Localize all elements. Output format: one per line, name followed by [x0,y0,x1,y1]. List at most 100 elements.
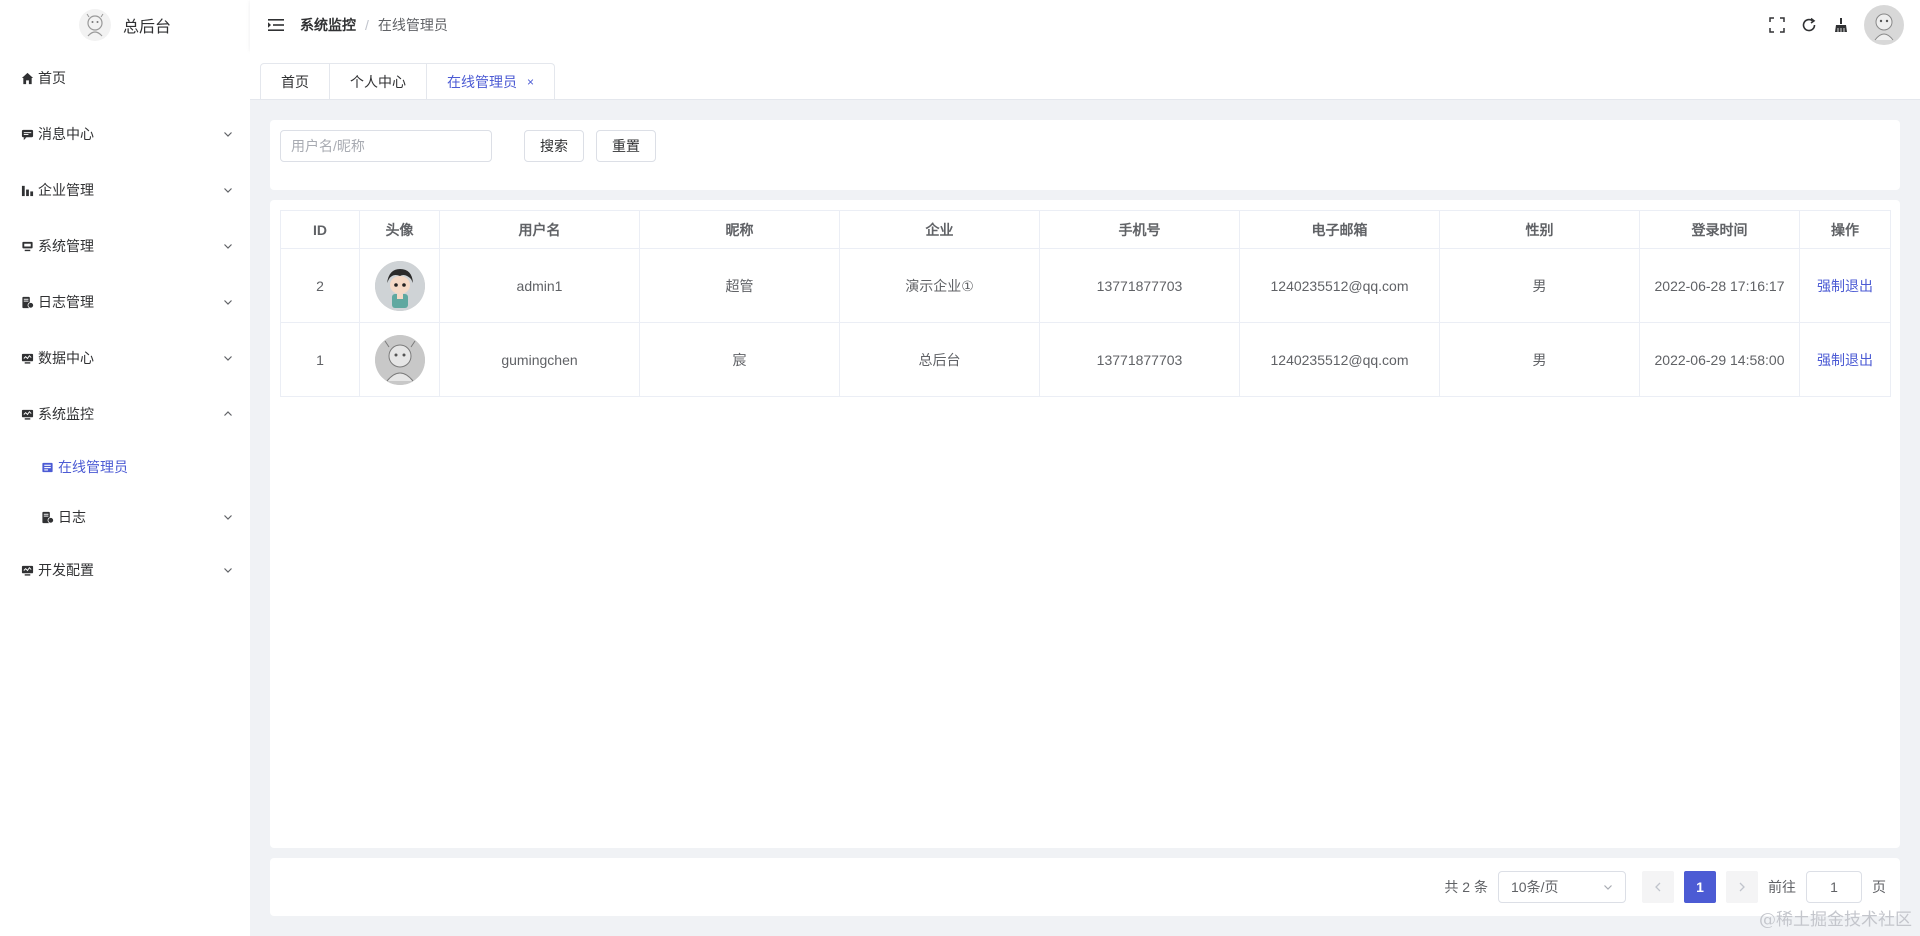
column-header-phone: 手机号 [1039,210,1240,249]
sidebar-item-system-monitor[interactable]: 系统监控 [0,386,250,442]
cell-username: admin1 [439,248,640,323]
message-icon [20,127,34,141]
sidebar-item-online-admins[interactable]: 在线管理员 [0,442,250,492]
breadcrumb-parent[interactable]: 系统监控 [300,15,356,35]
goto-label: 前往 [1768,879,1796,895]
sidebar-item-label: 数据中心 [38,350,94,366]
column-header-gender: 性别 [1439,210,1640,249]
sidebar-item-system[interactable]: 系统管理 [0,218,250,274]
column-header-company: 企业 [839,210,1040,249]
cell-nickname: 超管 [639,248,840,323]
tag-online-admins[interactable]: 在线管理员 × [427,64,554,100]
sidebar-item-label: 系统管理 [38,238,94,254]
cell-login-time: 2022-06-29 14:58:00 [1639,322,1800,397]
log-icon [20,295,34,309]
sidebar-item-label: 首页 [38,70,66,86]
search-input[interactable] [280,130,492,162]
chevron-down-icon [222,296,234,308]
row-avatar [374,334,425,385]
sidebar-item-dev-config[interactable]: 开发配置 [0,542,250,598]
sidebar-item-log-management[interactable]: 日志管理 [0,274,250,330]
sidebar-item-label: 系统监控 [38,406,94,422]
cell-username: gumingchen [439,322,640,397]
tag-home[interactable]: 首页 [261,64,330,100]
logo[interactable]: 总后台 [0,0,250,50]
sidebar-item-data-center[interactable]: 数据中心 [0,330,250,386]
sidebar: 总后台 首页 消息中心 企业管理 系统管理 日志管理 数据中心 系统监控 在线管… [0,0,250,936]
chevron-up-icon [222,408,234,420]
sidebar-item-enterprise[interactable]: 企业管理 [0,162,250,218]
sidebar-item-message-center[interactable]: 消息中心 [0,106,250,162]
cell-avatar [359,322,440,397]
home-icon [20,71,34,85]
logo-icon [78,9,111,41]
sidebar-item-label: 企业管理 [38,182,94,198]
cell-nickname: 宸 [639,322,840,397]
pagination-panel: 共 2 条 10条/页 1 前往 页 [270,858,1900,916]
fullscreen-icon[interactable] [1768,16,1786,34]
force-logout-link[interactable]: 强制退出 [1817,278,1873,294]
search-button[interactable]: 搜索 [524,130,584,162]
table-header-row: ID 头像 用户名 昵称 企业 手机号 电子邮箱 性别 登录时间 操作 [280,210,1891,249]
chevron-down-icon [222,240,234,252]
tag-profile[interactable]: 个人中心 [330,64,427,100]
sidebar-item-label: 在线管理员 [58,459,128,475]
chevron-down-icon [222,511,234,523]
online-admin-table: ID 头像 用户名 昵称 企业 手机号 电子邮箱 性别 登录时间 操作 2 ad… [280,210,1891,397]
user-avatar[interactable] [1864,5,1904,45]
reset-button[interactable]: 重置 [596,130,656,162]
tags-view: 首页 个人中心 在线管理员 × [250,50,1920,100]
goto-page-input[interactable] [1806,871,1862,903]
sidebar-menu: 首页 消息中心 企业管理 系统管理 日志管理 数据中心 系统监控 在线管理员 日… [0,50,250,598]
chevron-down-icon [222,128,234,140]
pagination-total: 共 2 条 [1444,879,1488,895]
menu-fold-icon[interactable] [256,0,296,50]
sidebar-item-label: 开发配置 [38,562,94,578]
cell-company: 总后台 [839,322,1040,397]
cell-email: 1240235512@qq.com [1239,322,1440,397]
page-number-current[interactable]: 1 [1684,871,1716,903]
prev-page-button[interactable] [1642,871,1674,903]
page-size-value: 10条/页 [1511,879,1559,895]
cell-id: 2 [280,248,360,323]
tag-label: 个人中心 [350,74,406,90]
header-actions [1768,5,1920,45]
page-size-select[interactable]: 10条/页 [1498,871,1626,903]
cell-phone: 13771877703 [1039,248,1240,323]
refresh-icon[interactable] [1800,16,1818,34]
monitor-icon [20,407,34,421]
sidebar-item-label: 日志管理 [38,294,94,310]
clear-cache-icon[interactable] [1832,16,1850,34]
sidebar-item-log[interactable]: 日志 [0,492,250,542]
app-title: 总后台 [122,19,171,36]
tag-label: 首页 [281,74,309,90]
cell-avatar [359,248,440,323]
pagination: 共 2 条 10条/页 1 前往 页 [1444,871,1886,903]
column-header-avatar: 头像 [359,210,440,249]
column-header-login-time: 登录时间 [1639,210,1800,249]
page-unit-label: 页 [1872,879,1886,895]
cell-phone: 13771877703 [1039,322,1240,397]
tag-label: 在线管理员 [447,74,517,90]
top-header: 系统监控 / 在线管理员 [250,0,1920,50]
cell-action: 强制退出 [1799,248,1891,323]
next-page-button[interactable] [1726,871,1758,903]
force-logout-link[interactable]: 强制退出 [1817,352,1873,368]
tag-bar: 首页 个人中心 在线管理员 × [260,63,556,100]
chevron-down-icon [222,352,234,364]
sidebar-item-home[interactable]: 首页 [0,50,250,106]
search-panel: 搜索 重置 [270,120,1900,190]
table-body: 2 admin1 超管 演示企业① 13771877703 1240235512… [280,248,1891,397]
breadcrumb: 系统监控 / 在线管理员 [300,15,448,35]
table-row: 1 gumingchen 宸 总后台 13771877703 124023551… [280,322,1891,397]
table-panel: ID 头像 用户名 昵称 企业 手机号 电子邮箱 性别 登录时间 操作 2 ad… [270,200,1900,848]
cell-login-time: 2022-06-28 17:16:17 [1639,248,1800,323]
column-header-id: ID [280,210,360,249]
cell-id: 1 [280,322,360,397]
system-icon [20,239,34,253]
online-icon [40,460,54,474]
monitor-icon [20,563,34,577]
cell-email: 1240235512@qq.com [1239,248,1440,323]
close-icon[interactable]: × [527,75,534,89]
column-header-email: 电子邮箱 [1239,210,1440,249]
